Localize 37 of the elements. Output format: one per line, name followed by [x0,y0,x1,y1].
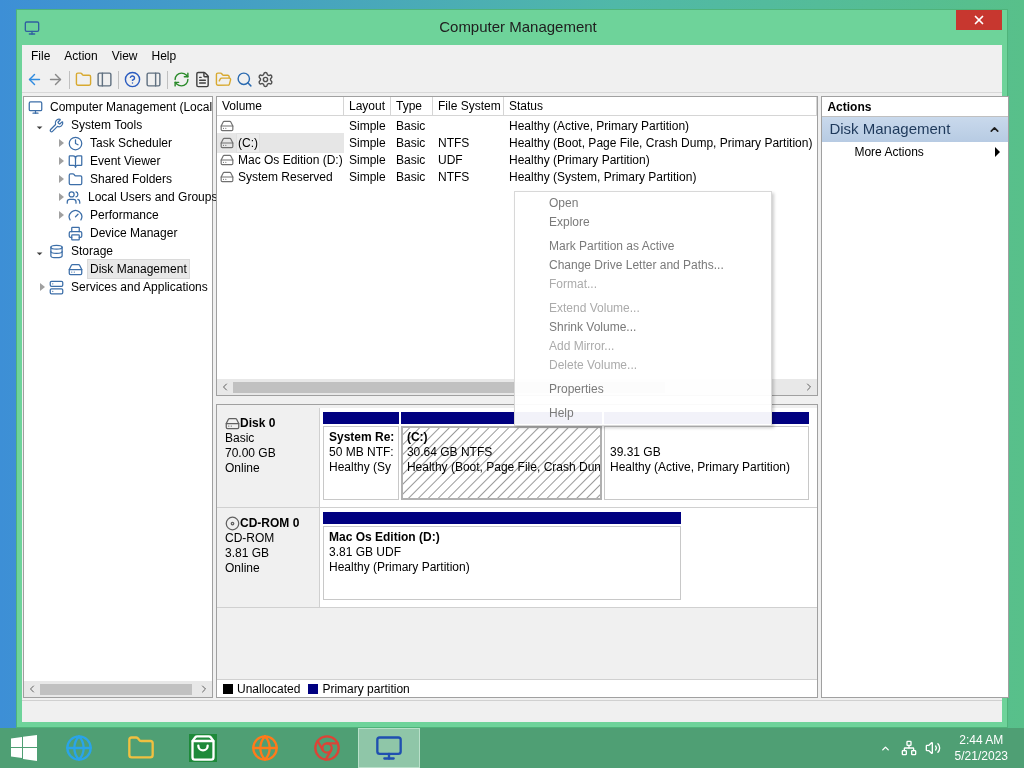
table-cell-text: Healthy (Active, Primary Partition) [508,117,691,135]
table-cell-text: Basic [395,117,427,135]
table-cell-text: Basic [395,151,427,169]
table-cell-text: Healthy (Boot, Page File, Crash Dump, Primary Partition) [508,134,814,152]
disk-status: Online [225,561,261,576]
legend-label: Primary partition [322,680,410,698]
table-cell-text: NTFS [437,168,471,186]
table-cell-text: Simple [348,168,387,186]
partition-title: System Re: [329,430,396,445]
table-cell-text: UDF [437,151,464,169]
partition-size: 30.64 GB NTFS [406,445,494,460]
partition-status: Healthy (Active, Primary Partition) [610,460,792,475]
partition-title: Mac Os Edition (D:) [329,530,441,545]
table-cell-text: Healthy (Primary Partition) [508,151,651,169]
disk-size: 70.00 GB [225,446,277,461]
table-cell-text: NTFS [437,134,471,152]
partition-status: Healthy (Sy [329,460,393,475]
disk-type: CD-ROM [225,531,276,546]
disk-type: Basic [225,431,256,446]
disk-name: Disk 0 [240,416,276,431]
disk-name: CD-ROM 0 [240,516,300,531]
window-title: Computer Management [438,17,598,38]
partition-size: 50 MB NTF: [329,445,395,460]
disk-status: Online [225,461,261,476]
partition-status: Healthy (Primary Partition) [329,560,471,575]
table-cell-text: Simple [348,117,387,135]
disk-size: 3.81 GB [225,546,271,561]
table-cell-text: Basic [395,168,427,186]
table-cell-text: Simple [348,134,387,152]
partition-status: Healthy (Boot, Page File, Crash Dun [406,460,601,475]
table-cell-text: Basic [395,134,427,152]
partition-title: (C:) [406,430,429,445]
partition-size: 39.31 GB [610,445,662,460]
partition-size: 3.81 GB UDF [329,545,403,560]
table-cell-text: Simple [348,151,387,169]
legend-label: Unallocated [237,680,301,698]
table-cell-text: Healthy (System, Primary Partition) [508,168,698,186]
